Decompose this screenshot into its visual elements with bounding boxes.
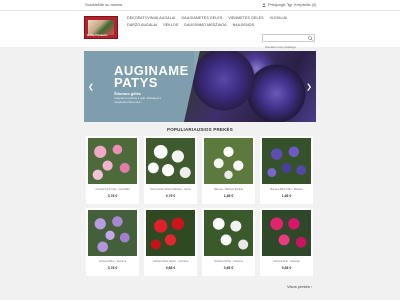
product-image[interactable]	[262, 138, 311, 184]
hero-slider[interactable]: AUGINAME PATYS Šilumos gėlės Auginame pač…	[84, 51, 316, 122]
product-price: 1,68 €	[223, 194, 234, 198]
product-name[interactable]: Verbena Blue - Verbena	[86, 260, 139, 263]
product-price: 0,78 €	[107, 194, 118, 198]
cart-link[interactable]: Krepšelis (0)	[287, 2, 316, 7]
nav-row-1: DEKORATYVINIAI AUGALAI DAUGIAMETĖS GĖLĖS…	[127, 16, 317, 20]
product-price: 0,68 €	[223, 266, 234, 270]
nav-item[interactable]: VIENMETĖS GĖLĖS	[228, 16, 263, 20]
product-image[interactable]	[204, 210, 253, 256]
logo[interactable]: Gėlių Pasaulis	[84, 16, 118, 39]
top-bar: Susisiekite su mumis Prisijungti Krepšel…	[0, 0, 400, 11]
nav-item[interactable]: VIJOKLIAI	[270, 16, 288, 20]
signin-label: Prisijungti	[268, 2, 286, 7]
slider-prev-icon[interactable]: ❮	[88, 83, 94, 91]
logo-text: Gėlių Pasaulis	[87, 33, 108, 37]
product-name[interactable]: Armeria Pink Tiara - Gvazdikė	[86, 188, 139, 191]
nav-row-2: DARŽO AUGALAI SĖKLOS DAUGINIMO MEDŽIAGA …	[127, 23, 317, 27]
signin-link[interactable]: Prisijungti	[262, 2, 285, 7]
nav-item[interactable]: NAUJIENOS	[233, 23, 254, 27]
product-card[interactable]: Petunia Pink - Petunija 0,68 €	[260, 208, 313, 276]
product-name[interactable]: Verbena White - Verbena	[202, 260, 255, 263]
all-products-link[interactable]: Visos prekės ›	[287, 284, 312, 289]
product-image[interactable]	[146, 210, 195, 256]
product-card[interactable]: Bacopa - Bakopa Double 1,68 €	[202, 136, 255, 204]
slider-title: AUGINAME PATYS	[114, 64, 189, 90]
slider-image	[184, 51, 316, 122]
product-image[interactable]	[88, 138, 137, 184]
section-title: POPULIARIAUSIOS PREKĖS	[167, 127, 233, 132]
nav-item[interactable]: DARŽO AUGALAI	[127, 23, 157, 27]
product-price: 0,68 €	[165, 266, 176, 270]
search-input[interactable]	[263, 44, 307, 50]
product-image[interactable]	[88, 210, 137, 256]
chevron-right-icon: ›	[310, 284, 313, 289]
user-icon	[262, 2, 266, 7]
product-card[interactable]: Bacopa Blue Falls - Bakopa 1,68 €	[260, 136, 313, 204]
product-name[interactable]: Verbena Red Tapien - Verbena	[144, 260, 197, 263]
product-price: 0,78 €	[107, 266, 118, 270]
product-card[interactable]: Verbena White - Verbena 0,68 €	[202, 208, 255, 276]
product-name[interactable]: Petunia Pink - Petunija	[260, 260, 313, 263]
product-price: 0,68 €	[281, 266, 292, 270]
product-name[interactable]: Bacopa Blue Falls - Bakopa	[260, 188, 313, 191]
product-image[interactable]	[262, 210, 311, 256]
nav-item[interactable]: DAUGINIMO MEDŽIAGA	[184, 23, 226, 27]
nav-item[interactable]: DEKORATYVINIAI AUGALAI	[127, 16, 175, 20]
search-box	[262, 34, 315, 50]
slider-description: Auginame pačios ir gali užsisakyti ir na…	[114, 96, 162, 104]
product-card[interactable]: Armeria Pink Tiara - Gvazdikė 0,78 €	[86, 136, 139, 204]
contact-link[interactable]: Susisiekite su mumis	[85, 2, 122, 7]
product-price: 1,68 €	[281, 194, 292, 198]
all-products-label: Visos prekės	[287, 284, 310, 289]
nav-item[interactable]: SĖKLOS	[163, 23, 178, 27]
cart-icon	[287, 2, 292, 7]
slider-next-icon[interactable]: ❯	[306, 83, 312, 91]
product-name[interactable]: Iberis White Dwarf Tabletop - Iberis	[144, 188, 197, 191]
header: Gėlių Pasaulis DEKORATYVINIAI AUGALAI DA…	[0, 11, 400, 47]
search-icon[interactable]	[308, 36, 313, 41]
product-image[interactable]	[146, 138, 195, 184]
product-image[interactable]	[204, 138, 253, 184]
product-card[interactable]: Iberis White Dwarf Tabletop - Iberis 0,7…	[144, 136, 197, 204]
product-name[interactable]: Bacopa - Bakopa Double	[202, 188, 255, 191]
slider-title-line2: PATYS	[114, 75, 158, 90]
nav-item[interactable]: DAUGIAMETĖS GĖLĖS	[181, 16, 222, 20]
product-price: 0,79 €	[165, 194, 176, 198]
product-card[interactable]: Verbena Blue - Verbena 0,78 €	[86, 208, 139, 276]
cart-label: Krepšelis (0)	[294, 2, 317, 7]
product-card[interactable]: Verbena Red Tapien - Verbena 0,68 €	[144, 208, 197, 276]
main-nav: DEKORATYVINIAI AUGALAI DAUGIAMETĖS GĖLĖS…	[127, 16, 317, 30]
